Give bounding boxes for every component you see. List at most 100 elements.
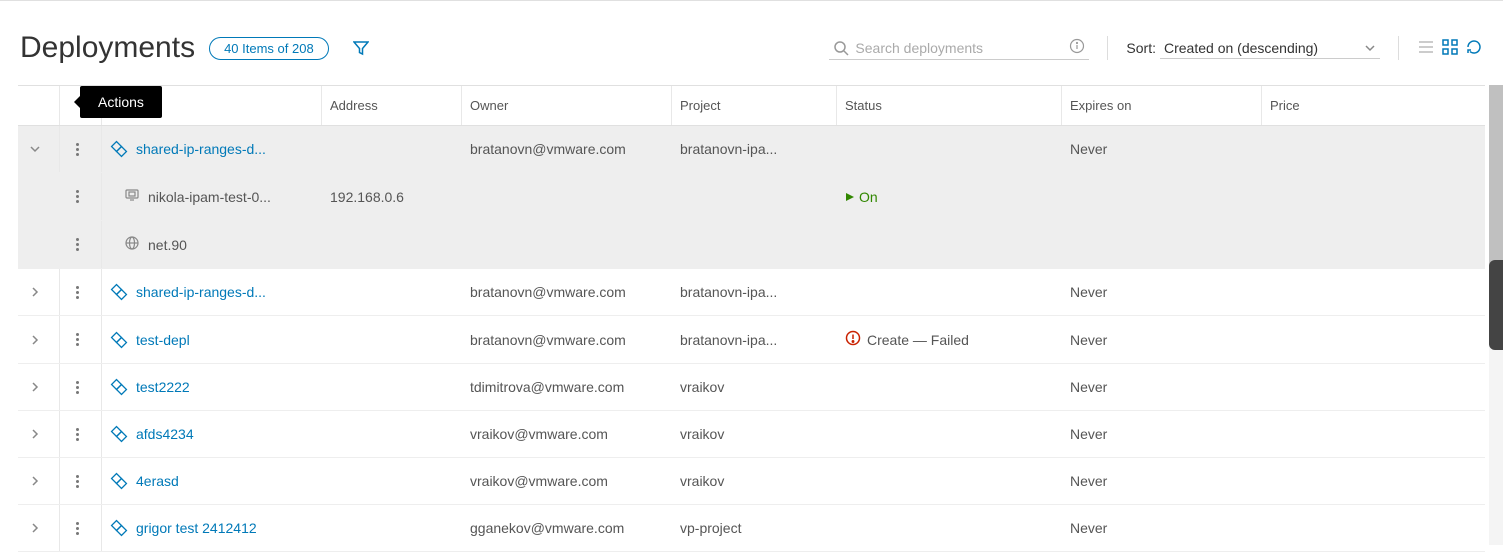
table-row: shared-ip-ranges-d... bratanovn@vmware.co… — [18, 126, 1485, 173]
expand-toggle[interactable] — [26, 425, 44, 443]
cell-price — [1262, 269, 1442, 315]
actions-menu-button[interactable] — [68, 188, 86, 206]
page-header: Deployments 40 Items of 208 Sort: Create… — [0, 0, 1503, 85]
cell-address — [322, 505, 462, 551]
view-mode-group — [1417, 38, 1483, 59]
actions-menu-button[interactable] — [68, 283, 86, 301]
actions-menu-button[interactable] — [68, 519, 86, 537]
cell-price — [1262, 458, 1442, 504]
cell-expires: Never — [1062, 269, 1262, 315]
cell-owner: tdimitrova@vmware.com — [462, 364, 672, 410]
col-owner: Owner — [462, 86, 672, 125]
deployment-name-link[interactable]: test-depl — [136, 332, 190, 348]
scrollbar-thumb[interactable] — [1489, 85, 1503, 285]
col-expires: Expires on — [1062, 86, 1262, 125]
sort-control: Sort: Created on (descending) — [1126, 38, 1380, 59]
cell-expires: Never — [1062, 458, 1262, 504]
cell-address — [322, 411, 462, 457]
cell-project: vraikov — [672, 458, 837, 504]
separator — [1107, 36, 1108, 60]
expand-toggle[interactable] — [26, 331, 44, 349]
side-panel-tab[interactable] — [1489, 260, 1503, 350]
table-row: afds4234 vraikov@vmware.comvraikov Never — [18, 411, 1485, 458]
expand-toggle[interactable] — [26, 283, 44, 301]
table-header: Address Owner Project Status Expires on … — [18, 86, 1485, 126]
actions-menu-button[interactable] — [68, 236, 86, 254]
search-input[interactable] — [855, 40, 1069, 56]
refresh-icon — [1465, 38, 1483, 56]
deployment-icon — [110, 425, 128, 443]
cell-price — [1262, 126, 1442, 172]
cell-price — [1262, 411, 1442, 457]
expand-toggle[interactable] — [26, 378, 44, 396]
deployment-name-link[interactable]: shared-ip-ranges-d... — [136, 284, 266, 300]
deployment-name-link[interactable]: afds4234 — [136, 426, 194, 442]
deployment-name-link[interactable]: shared-ip-ranges-d... — [136, 141, 266, 157]
cell-expires: Never — [1062, 411, 1262, 457]
actions-menu-button[interactable] — [68, 472, 86, 490]
table-child-row: net.90 — [18, 221, 1485, 269]
actions-menu-button[interactable] — [68, 331, 86, 349]
cell-expires: Never — [1062, 126, 1262, 172]
expand-toggle[interactable] — [26, 519, 44, 537]
status-text: On — [859, 189, 878, 205]
network-icon — [124, 235, 140, 254]
resource-name: net.90 — [148, 237, 187, 253]
page-title: Deployments — [20, 31, 195, 65]
list-view-button[interactable] — [1417, 38, 1435, 59]
table-row: test2222 tdimitrova@vmware.comvraikov Neve… — [18, 364, 1485, 411]
grid-view-button[interactable] — [1441, 38, 1459, 59]
deployments-table: Address Owner Project Status Expires on … — [18, 85, 1485, 552]
deployment-icon — [110, 472, 128, 490]
cell-project: vp-project — [672, 505, 837, 551]
filter-button[interactable] — [349, 36, 373, 60]
cell-project: bratanovn-ipa... — [672, 316, 837, 363]
actions-menu-button[interactable] — [68, 378, 86, 396]
deployment-name-link[interactable]: test2222 — [136, 379, 190, 395]
sort-dropdown[interactable]: Created on (descending) — [1160, 38, 1380, 59]
col-status: Status — [837, 86, 1062, 125]
cell-project: bratanovn-ipa... — [672, 269, 837, 315]
cell-owner: bratanovn@vmware.com — [462, 316, 672, 363]
expand-toggle[interactable] — [26, 140, 44, 158]
cell-owner: bratanovn@vmware.com — [462, 269, 672, 315]
list-icon — [1417, 38, 1435, 56]
deployment-name-link[interactable]: 4erasd — [136, 473, 179, 489]
actions-menu-button[interactable] — [68, 425, 86, 443]
sort-value: Created on (descending) — [1164, 40, 1318, 56]
filter-icon — [353, 40, 369, 56]
deployment-icon — [110, 140, 128, 158]
cell-price — [1262, 505, 1442, 551]
deployment-name-link[interactable]: grigor test 2412412 — [136, 520, 257, 536]
chevron-down-icon — [1364, 42, 1376, 54]
separator — [1398, 36, 1399, 60]
cell-owner: vraikov@vmware.com — [462, 458, 672, 504]
cell-address — [322, 316, 462, 363]
cell-owner: bratanovn@vmware.com — [462, 126, 672, 172]
table-child-row: nikola-ipam-test-0...192.168.0.6On — [18, 173, 1485, 221]
cell-address — [322, 364, 462, 410]
cell-expires: Never — [1062, 364, 1262, 410]
cell-project: vraikov — [672, 411, 837, 457]
cell-address — [322, 269, 462, 315]
deployment-icon — [110, 283, 128, 301]
info-icon[interactable] — [1069, 38, 1085, 57]
deployment-icon — [110, 519, 128, 537]
cell-owner: vraikov@vmware.com — [462, 411, 672, 457]
deployment-icon — [110, 378, 128, 396]
cell-project: vraikov — [672, 364, 837, 410]
cell-expires: Never — [1062, 316, 1262, 363]
status-on: On — [845, 189, 878, 205]
actions-menu-button[interactable] — [68, 140, 86, 158]
table-row: shared-ip-ranges-d... bratanovn@vmware.co… — [18, 269, 1485, 316]
actions-tooltip: Actions — [80, 86, 162, 118]
col-price: Price — [1262, 86, 1442, 125]
cell-expires: Never — [1062, 505, 1262, 551]
expand-toggle[interactable] — [26, 472, 44, 490]
search-icon — [833, 40, 849, 56]
deployment-icon — [110, 331, 128, 349]
cell-price — [1262, 364, 1442, 410]
table-row: 4erasd vraikov@vmware.comvraikov Never — [18, 458, 1485, 505]
refresh-button[interactable] — [1465, 38, 1483, 59]
sort-label: Sort: — [1126, 40, 1156, 56]
